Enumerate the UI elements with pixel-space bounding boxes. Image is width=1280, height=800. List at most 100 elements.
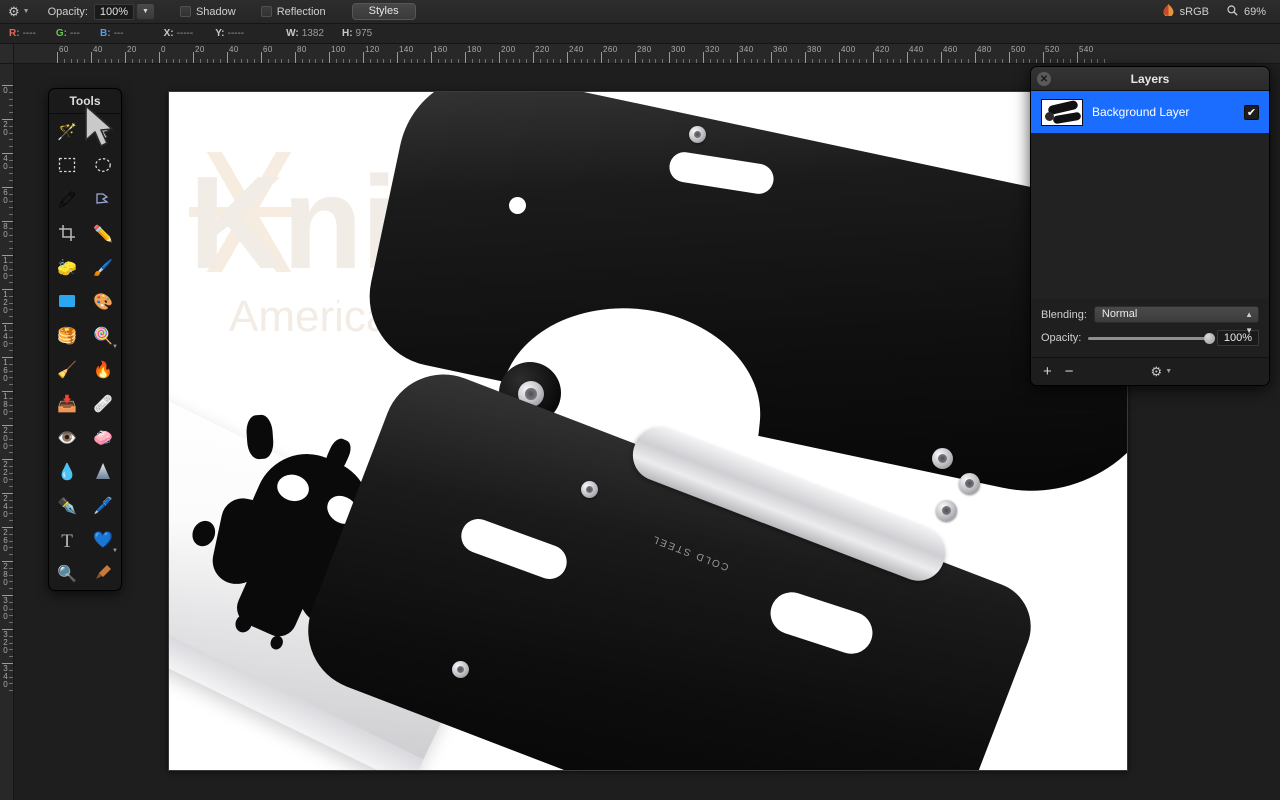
gradient-tool-icon [95,462,111,484]
zoom-level-label[interactable]: 69% [1244,6,1266,18]
retouch-tool[interactable]: 🥞 [49,320,85,354]
eraser-tool[interactable]: 🧽 [49,252,85,286]
ruler-tick-minor [9,411,13,413]
pencil-tool[interactable]: ✒️ [49,490,85,524]
ruler-label: 100 [331,45,346,54]
ruler-tick-minor [1049,59,1051,63]
clone-stamp-tool[interactable]: 📥 [49,388,85,422]
ruler-tick-minor [9,574,13,576]
ruler-tick-minor [594,59,596,63]
ruler-tick-minor [662,59,664,63]
ruler-label: 0 [161,45,166,54]
move-tool[interactable] [85,116,121,150]
tools-palette[interactable]: Tools 🪄 🖍 ✏️ 🧽 🖌️ 🎨 🥞 🍭 ▼ 🧹 🔥 📥 🩹 👁️ 🧼 💧 ✒️ 🖊️ T 💙 ▼ 🔍 [48,88,122,591]
gear-icon: ⚙ [1150,364,1163,379]
ruler-tick-minor [424,59,426,63]
bandage-repair-tool[interactable]: 🩹 [85,388,121,422]
ruler-tick-minor [1002,59,1004,63]
move-tool-icon [94,122,112,144]
layer-list[interactable]: Background Layer ✔ [1031,91,1269,299]
pencil-tool-icon: ✒️ [57,498,77,515]
ruler-label: 300 [671,45,686,54]
shape-heart-tool-icon: 💙 [93,532,113,549]
layer-visibility-checkbox[interactable]: ✔ [1244,104,1259,120]
ruler-tick-minor [9,125,13,127]
ruler-tick [601,52,602,63]
info-x: X: ----- [164,28,194,39]
blur-water-tool[interactable]: 💧 [49,456,85,490]
ruler-tick-minor [9,669,13,671]
tools-grid[interactable]: 🪄 🖍 ✏️ 🧽 🖌️ 🎨 🥞 🍭 ▼ 🧹 🔥 📥 🩹 👁️ 🧼 💧 ✒️ 🖊️ T 💙 ▼ 🔍 [49,114,121,592]
ruler-tick-minor [342,59,344,63]
layers-panel[interactable]: ✕ Layers Background Layer ✔ Blending: Nor… [1030,66,1270,386]
gradient-tool[interactable] [85,456,121,490]
ruler-tick-minor [9,608,13,610]
lasso-tool[interactable] [85,184,121,218]
toolbar-gear-menu[interactable]: ⚙ ▼ [8,5,30,18]
shape-heart-tool[interactable]: 💙 ▼ [85,524,121,558]
ruler-tick-minor [9,581,13,583]
ruler-tick-minor [492,59,494,63]
close-icon[interactable]: ✕ [1037,72,1051,86]
magic-eraser-tool[interactable]: 🖍 [49,184,85,218]
ruler-tick-minor [9,193,13,195]
eraser-block-tool[interactable]: 🧼 [85,422,121,456]
vertical-ruler[interactable]: 0204060801001201401601802002202402602803… [0,44,14,800]
remove-layer-button[interactable]: − [1065,364,1074,379]
blending-mode-select[interactable]: Normal ▲ ▼ [1093,306,1259,335]
retouch-tool-icon: 🥞 [57,328,77,345]
crop-tool[interactable] [49,218,85,252]
layer-row[interactable]: Background Layer ✔ [1031,91,1269,133]
opacity-input[interactable]: 100% [93,3,134,20]
chevron-down-icon: ▼ [112,548,118,554]
shadow-checkbox-group[interactable]: Shadow [179,6,236,18]
styles-button[interactable]: Styles [351,3,416,20]
shadow-checkbox[interactable] [179,6,191,17]
ruler-tick-minor [798,59,800,63]
burn-tool[interactable]: 🔥 [85,354,121,388]
eyedropper-tool[interactable] [85,558,121,592]
paint-bucket-tool[interactable]: 🎨 [85,286,121,320]
reflection-checkbox-group[interactable]: Reflection [260,6,326,18]
horizontal-ruler[interactable]: 60 40 20 0 20 40 60 80 100 120 140 160 180 200 220 240 2… [0,44,1280,64]
elliptical-marquee-tool[interactable] [85,150,121,184]
ruler-tick-minor [811,59,813,63]
ruler-tick-minor [777,59,779,63]
pen-tool[interactable]: ✏️ [85,218,121,252]
zoom-tool[interactable]: 🔍 [49,558,85,592]
ruler-tick-minor [9,438,13,440]
image-canvas[interactable]: KnifeCenter.com America's largest cutler… [168,91,1128,771]
ruler-tick-minor [682,59,684,63]
magic-wand-tool[interactable]: 🪄 [49,116,85,150]
smudge-brush-tool-icon: 🧹 [57,362,77,379]
ruler-tick-minor [9,622,13,624]
add-layer-button[interactable]: + [1043,364,1052,379]
info-height-key: H: [341,28,353,39]
blending-row: Blending: Normal ▲ ▼ [1041,306,1259,335]
red-eye-tool[interactable]: 👁️ [49,422,85,456]
ruler-tick-minor [9,615,13,617]
slider-handle[interactable] [1204,332,1215,344]
layer-opacity-slider[interactable] [1088,332,1215,344]
ruler-tick-minor [9,554,13,556]
ruler-tick-minor [9,363,13,365]
ruler-tick-minor [9,676,13,678]
ruler-tick-minor [954,59,956,63]
ruler-tick-minor [186,59,188,63]
text-tool[interactable]: T [49,524,85,558]
ruler-tick-minor [764,59,766,63]
ruler-tick-minor [1036,59,1038,63]
opacity-dropdown-button[interactable]: ▼ [135,3,155,20]
paintbrush-tool[interactable]: 🖌️ [85,252,121,286]
dashed-pen-tool[interactable]: 🖊️ [85,490,121,524]
ruler-tick-minor [730,59,732,63]
smudge-brush-tool[interactable]: 🧹 [49,354,85,388]
reflection-checkbox[interactable] [260,6,272,17]
rectangular-marquee-tool[interactable] [49,150,85,184]
ruler-label: 120 [365,45,380,54]
fill-color-tool[interactable] [49,286,85,320]
color-swirl-tool[interactable]: 🍭 ▼ [85,320,121,354]
app-window: ⚙ ▼ Opacity: 100% ▼ Shadow Reflection St… [0,0,1280,800]
ruler-tick-minor [9,404,13,406]
layers-options-menu[interactable]: ⚙ ▼ [1151,365,1173,378]
